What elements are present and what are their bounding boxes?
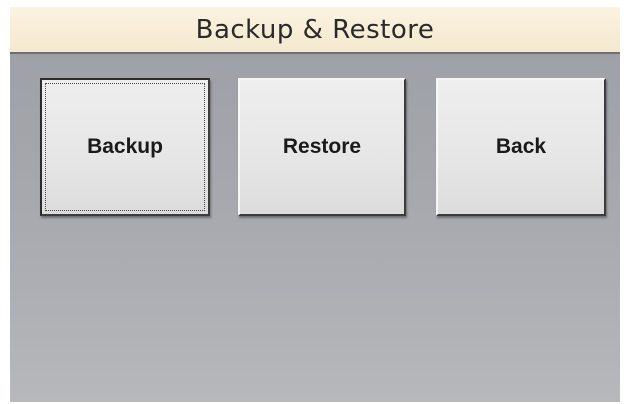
backup-button-label: Backup <box>87 135 163 158</box>
backup-button[interactable]: Backup <box>40 78 210 216</box>
title-bar: Backup & Restore <box>10 7 620 54</box>
touch-screen: Backup & Restore Backup Restore Back <box>10 7 620 402</box>
back-button[interactable]: Back <box>436 78 606 216</box>
back-button-label: Back <box>495 135 547 158</box>
device-bezel: Backup & Restore Backup Restore Back <box>0 0 624 404</box>
page-title: Backup & Restore <box>195 14 435 45</box>
restore-button[interactable]: Restore <box>238 78 406 216</box>
restore-button-label: Restore <box>282 135 362 158</box>
